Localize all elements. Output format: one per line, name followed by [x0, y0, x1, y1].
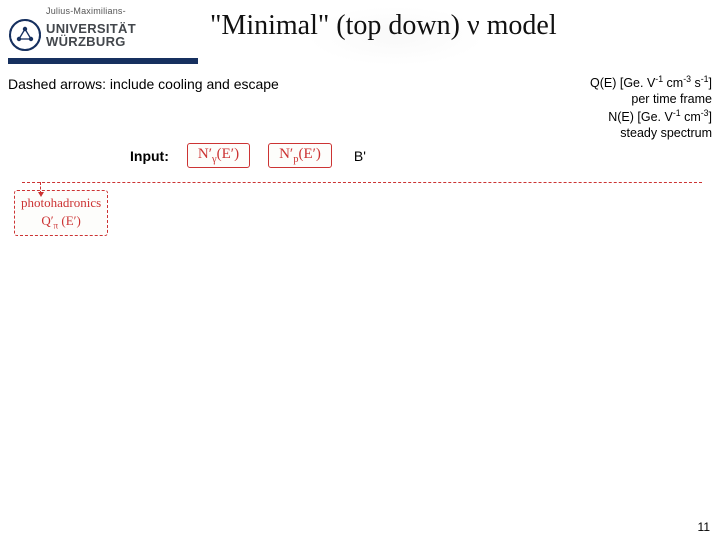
- photohadronics-box: photohadronics Q′π (E′): [14, 190, 108, 236]
- dashed-arrow-down-icon: [40, 182, 41, 194]
- slide-title: "Minimal" (top down) ν model: [210, 10, 557, 42]
- logo-main: UNIVERSITÄT WÜRZBURG: [8, 18, 198, 52]
- q-info-line2: per time frame: [590, 91, 712, 107]
- subtitle-row: Dashed arrows: include cooling and escap…: [0, 72, 720, 141]
- q-info-line1: Q(E) [Ge. V-1 cm-3 s-1]: [590, 74, 712, 91]
- q-info-line4: steady spectrum: [590, 125, 712, 141]
- university-logo-block: Julius-Maximilians- UNIVERSITÄT WÜRZBURG: [8, 6, 198, 64]
- slide-number: 11: [698, 520, 710, 534]
- diagram-area: photohadronics Q′π (E′): [8, 176, 712, 236]
- input-label: Input:: [130, 148, 169, 164]
- logo-underline-bar: [8, 58, 198, 64]
- university-crest-icon: [8, 18, 42, 52]
- logo-text: UNIVERSITÄT WÜRZBURG: [46, 22, 136, 48]
- input-n-p-box: N′p(E′): [268, 143, 332, 168]
- q-info-line3: N(E) [Ge. V-1 cm-3]: [590, 108, 712, 125]
- header: Julius-Maximilians- UNIVERSITÄT WÜRZBURG: [0, 0, 720, 72]
- q-info-block: Q(E) [Ge. V-1 cm-3 s-1] per time frame N…: [590, 74, 716, 141]
- input-b-prime: B': [354, 148, 366, 164]
- dashed-connector-line: [22, 182, 702, 183]
- logo-line2: WÜRZBURG: [46, 35, 136, 48]
- photohadronics-label: photohadronics: [21, 195, 101, 211]
- input-row: Input: N′γ(E′) N′p(E′) B': [0, 141, 720, 174]
- logo-topline: Julius-Maximilians-: [46, 6, 198, 16]
- q-pi-expression: Q′π (E′): [21, 213, 101, 231]
- dashed-arrows-note: Dashed arrows: include cooling and escap…: [8, 76, 279, 92]
- input-n-gamma-box: N′γ(E′): [187, 143, 250, 168]
